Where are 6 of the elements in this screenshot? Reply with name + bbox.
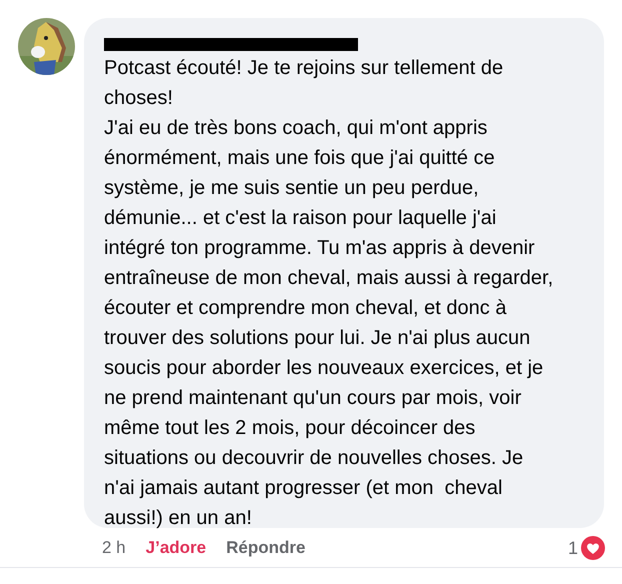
reaction-count: 1 [568,536,578,560]
like-button[interactable]: J’adore [146,535,206,561]
comment-text: J'ai eu de très bons coach, qui m'ont appris énormément, mais une fois que j'ai quitté ce système, je me suis sentie un peu perdue, démunie... et c'est la raison pour laquelle j'ai intégré ton programme. Tu m'as appris à devenir entraîneuse de mon cheval, mais aussi à regarder, écouter et comprendre mon cheval, et donc à trouver des solutions pour lui. Je n'ai plus aucun soucis pour aborder les nouveaux exercices, et je ne prend maintenant qu'un cours par mois, voir même tout les 2 mois, pour décoincer des situations ou decouvrir de nouvelles choses. Je n'ai jamais autant progresser (et mon cheval aussi!) en un an! [104,116,554,531]
comment-text: Potcast écouté! Je te rejoins sur tellement de choses! [104,56,504,111]
timestamp: 2 h [102,537,126,560]
reply-button[interactable]: Répondre [226,535,306,561]
